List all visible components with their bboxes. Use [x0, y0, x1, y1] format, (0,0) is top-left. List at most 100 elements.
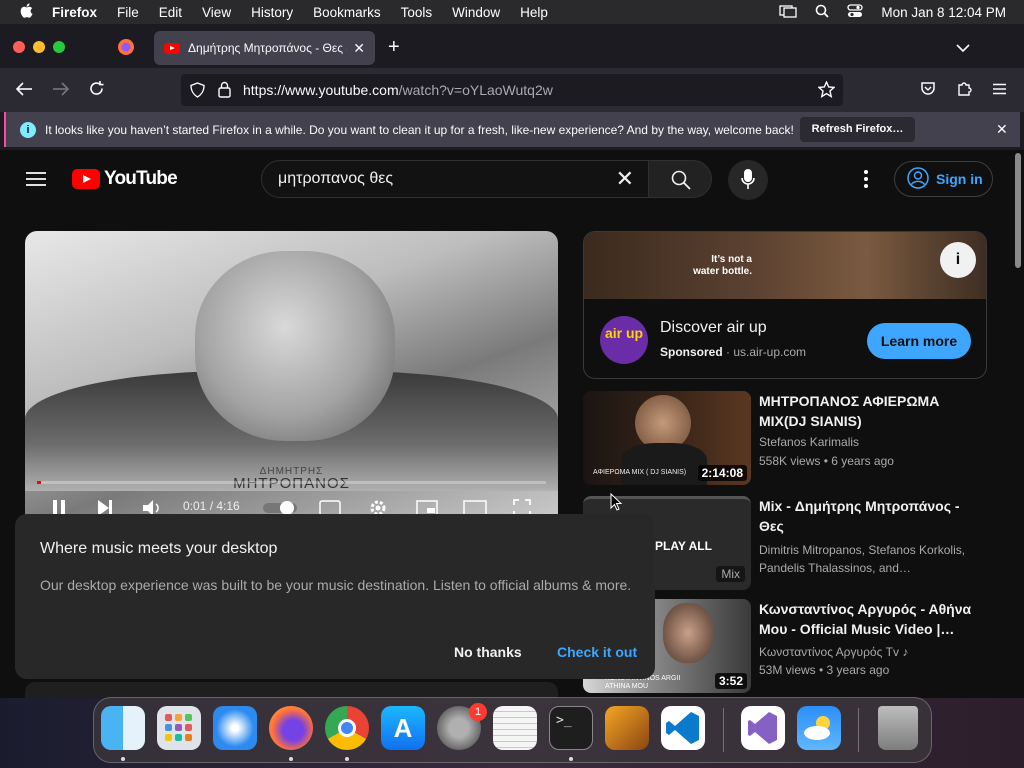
notification-badge: 1	[469, 703, 487, 721]
new-tab-button[interactable]: +	[388, 36, 400, 59]
weather-icon[interactable]	[797, 706, 841, 750]
page-scrollbar[interactable]	[1012, 150, 1024, 698]
video-progress-bar[interactable]	[37, 481, 546, 484]
finder-icon[interactable]	[101, 706, 145, 750]
youtube-logo[interactable]: YouTube	[72, 168, 178, 190]
sign-in-button[interactable]: Sign in	[894, 161, 993, 197]
scrollbar-thumb[interactable]	[1015, 153, 1021, 268]
chrome-center	[338, 719, 356, 737]
back-icon[interactable]	[15, 81, 33, 102]
screen-mirror-icon[interactable]	[779, 4, 798, 21]
app-menu-icon[interactable]	[992, 82, 1007, 100]
zoom-window-button[interactable]	[53, 41, 65, 53]
lock-icon[interactable]	[218, 81, 231, 101]
sign-in-label: Sign in	[936, 171, 983, 187]
video-duration: 3:52	[714, 673, 747, 689]
garageband-icon[interactable]	[605, 706, 649, 750]
sponsored-label: Sponsored	[660, 345, 723, 359]
shield-icon[interactable]	[190, 82, 205, 101]
ad-tagline: It’s not a water bottle.	[693, 254, 752, 277]
video-thumbnail[interactable]: ΑΦΙΕΡΩΜΑ MIX ( DJ SIANIS) 2:14:08	[583, 391, 751, 485]
visual-studio-icon[interactable]	[741, 706, 785, 750]
minimize-window-button[interactable]	[33, 41, 45, 53]
video-time: 0:01 / 4:16	[183, 499, 240, 513]
close-tab-icon[interactable]: ✕	[353, 40, 365, 57]
video-title[interactable]: Mix - Δημήτρης Μητροπάνος - Θες	[759, 496, 979, 536]
firefox-icon[interactable]	[269, 706, 313, 750]
video-title[interactable]: Κωνσταντίνος Αργυρός - Αθήνα Μου - Offic…	[759, 599, 979, 639]
video-progress-fill	[37, 481, 41, 484]
channel-name[interactable]: Stefanos Karimalis	[759, 433, 979, 451]
menu-app-name[interactable]: Firefox	[52, 5, 97, 20]
menu-window[interactable]: Window	[452, 5, 500, 20]
search-button[interactable]	[648, 160, 712, 198]
thumbnail-portrait	[663, 603, 713, 663]
ad-banner-image[interactable]: It’s not a water bottle. i	[584, 232, 986, 299]
extensions-icon[interactable]	[956, 80, 973, 102]
url-text[interactable]: https://www.youtube.com/watch?v=oYLaoWut…	[243, 82, 553, 98]
menu-edit[interactable]: Edit	[159, 5, 182, 20]
search-input[interactable]: μητροπανος θες ✕	[261, 160, 649, 198]
spotlight-search-icon[interactable]	[815, 4, 830, 21]
promo-heading: Where music meets your desktop	[40, 540, 278, 557]
chrome-icon[interactable]	[325, 706, 369, 750]
tab-youtube[interactable]: Δημήτρης Μητροπάνος - Θες - ✕	[154, 31, 375, 65]
sponsored-ad-card[interactable]: It’s not a water bottle. i air up Discov…	[583, 231, 987, 379]
search-icon	[671, 170, 691, 195]
ad-info-icon[interactable]: i	[940, 242, 976, 278]
reload-icon[interactable]	[88, 80, 105, 102]
launchpad-icon[interactable]	[157, 706, 201, 750]
learn-more-button[interactable]: Learn more	[867, 323, 971, 359]
youtube-play-icon	[72, 169, 100, 189]
chrome-running-indicator	[345, 757, 349, 761]
list-all-tabs-icon[interactable]	[956, 40, 970, 58]
firefox-notification-bar: i It looks like you haven’t started Fire…	[4, 112, 1020, 147]
channel-name: Dimitris Mitropanos, Stefanos Korkolis, …	[759, 543, 966, 575]
url-bar[interactable]: https://www.youtube.com/watch?v=oYLaoWut…	[181, 74, 843, 106]
menu-tools[interactable]: Tools	[401, 5, 433, 20]
no-thanks-button[interactable]: No thanks	[454, 644, 522, 660]
channel-name[interactable]: Κωνσταντίνος Αργυρός Tv ♪	[759, 643, 979, 661]
pocket-icon[interactable]	[920, 81, 936, 102]
video-duration: 2:14:08	[697, 465, 747, 481]
recommendation-item[interactable]: ΑΦΙΕΡΩΜΑ MIX ( DJ SIANIS) 2:14:08 ΜΗΤΡΟΠ…	[583, 391, 987, 487]
close-notification-icon[interactable]: ✕	[996, 121, 1008, 138]
menu-view[interactable]: View	[202, 5, 231, 20]
menu-help[interactable]: Help	[520, 5, 548, 20]
finder-running-indicator	[121, 757, 125, 761]
advertiser-logo[interactable]: air up	[600, 316, 648, 364]
ad-title[interactable]: Discover air up	[660, 319, 767, 337]
video-frame-face	[195, 251, 395, 441]
vscode-icon[interactable]	[661, 706, 705, 750]
refresh-firefox-button[interactable]: Refresh Firefox…	[800, 117, 915, 142]
textedit-icon[interactable]	[493, 706, 537, 750]
apple-menu-icon[interactable]	[0, 3, 52, 21]
search-query: μητροπανος θες	[278, 170, 394, 187]
check-it-out-button[interactable]: Check it out	[557, 644, 637, 660]
control-center-icon[interactable]	[847, 3, 864, 21]
forward-icon[interactable]	[52, 81, 70, 102]
account-icon	[907, 166, 929, 192]
voice-search-button[interactable]	[728, 160, 768, 200]
firefox-view-icon[interactable]	[117, 38, 135, 61]
settings-more-icon[interactable]	[863, 170, 869, 193]
menubar-clock[interactable]: Mon Jan 8 12:04 PM	[881, 5, 1006, 20]
safari-icon[interactable]	[213, 706, 257, 750]
dock-separator	[723, 708, 724, 752]
video-player[interactable]: ΔΗΜΗΤΡΗΣ ΜΗΤΡΟΠΑΝΟΣ 0:01 / 4:16	[25, 231, 558, 531]
ad-domain: us.air-up.com	[733, 345, 807, 359]
firefox-running-indicator	[289, 757, 293, 761]
thumbnail-figure	[621, 443, 707, 485]
clear-search-icon[interactable]: ✕	[616, 161, 634, 197]
menu-history[interactable]: History	[251, 5, 293, 20]
trash-icon[interactable]	[878, 706, 918, 750]
terminal-icon[interactable]: >_	[549, 706, 593, 750]
menu-file[interactable]: File	[117, 5, 139, 20]
guide-menu-icon[interactable]	[26, 171, 46, 192]
bookmark-star-icon[interactable]	[817, 80, 836, 101]
close-window-button[interactable]	[13, 41, 25, 53]
app-store-icon[interactable]: A	[381, 706, 425, 750]
video-title[interactable]: ΜΗΤΡΟΠΑΝΟΣ ΑΦΙΕΡΩΜΑ MIX(DJ SIANIS)	[759, 391, 979, 431]
youtube-logo-text: YouTube	[104, 168, 178, 189]
menu-bookmarks[interactable]: Bookmarks	[313, 5, 381, 20]
